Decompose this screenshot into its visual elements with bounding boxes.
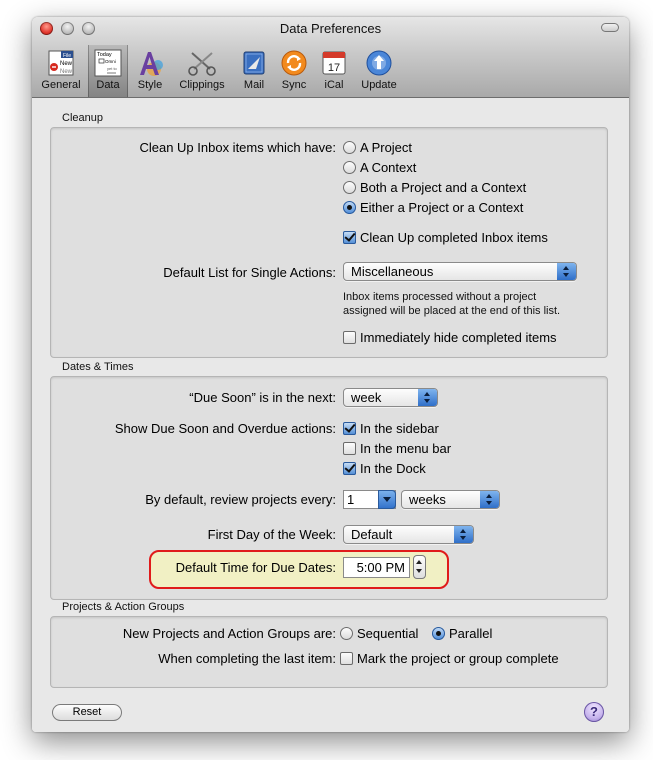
due-soon-label: “Due Soon” is in the next: <box>189 390 336 405</box>
help-icon[interactable]: ? <box>584 702 604 722</box>
preferences-window: Data Preferences File New New General To… <box>32 17 629 732</box>
toolbar-toggle-button[interactable] <box>601 23 619 32</box>
svg-text:17: 17 <box>328 62 340 74</box>
svg-text:Omni: Omni <box>105 59 116 64</box>
radio-circle-selected[interactable] <box>343 201 356 214</box>
toolbar-label-style: Style <box>137 79 163 91</box>
popup-arrows-icon <box>454 526 473 543</box>
window-title: Data Preferences <box>279 21 382 36</box>
radio-sequential[interactable]: Sequential <box>340 626 418 641</box>
radio-a-context[interactable]: A Context <box>343 160 416 175</box>
toolbar-label-general: General <box>41 79 81 91</box>
new-projects-label: New Projects and Action Groups are: <box>122 626 336 641</box>
toolbar-item-clippings[interactable]: Clippings <box>172 45 232 97</box>
toolbar-item-sync[interactable]: Sync <box>276 45 312 97</box>
first-day-label: First Day of the Week: <box>207 527 336 542</box>
show-due-soon-label: Show Due Soon and Overdue actions: <box>114 421 336 436</box>
checkbox-box-checked[interactable] <box>343 422 356 435</box>
review-count-value: 1 <box>347 492 355 507</box>
checkbox-box-checked[interactable] <box>343 231 356 244</box>
due-soon-value: week <box>351 390 382 405</box>
popup-arrows-icon <box>480 491 499 508</box>
default-list-popup[interactable]: Miscellaneous <box>343 262 577 281</box>
toolbar-item-style[interactable]: Style <box>132 45 168 97</box>
default-time-field[interactable]: 5:00 PM <box>343 557 410 578</box>
first-day-value: Default <box>351 527 393 542</box>
toolbar-label-data: Data <box>96 79 120 91</box>
svg-text:yet to: yet to <box>107 66 118 71</box>
checkbox-box-checked[interactable] <box>343 462 356 475</box>
radio-circle[interactable] <box>343 161 356 174</box>
review-unit-popup[interactable]: weeks <box>401 490 500 509</box>
first-day-popup[interactable]: Default <box>343 525 474 544</box>
section-title-cleanup: Cleanup <box>62 112 103 124</box>
chevron-down-icon[interactable] <box>378 490 396 509</box>
toolbar: Data Preferences File New New General To… <box>32 17 629 98</box>
radio-either[interactable]: Either a Project or a Context <box>343 200 523 215</box>
radio-circle[interactable] <box>340 627 353 640</box>
toolbar-label-ical: iCal <box>324 79 344 91</box>
radio-both[interactable]: Both a Project and a Context <box>343 180 526 195</box>
checkbox-box[interactable] <box>343 331 356 344</box>
preferences-content: Cleanup Clean Up Inbox items which have:… <box>32 98 629 732</box>
default-time-label: Default Time for Due Dates: <box>175 560 336 575</box>
radio-circle[interactable] <box>343 141 356 154</box>
toolbar-item-ical[interactable]: 17 iCal <box>316 45 352 97</box>
checkbox-hide-completed[interactable]: Immediately hide completed items <box>343 330 557 345</box>
default-time-value: 5:00 PM <box>356 560 405 575</box>
svg-text:Today: Today <box>97 52 112 58</box>
svg-text:New: New <box>60 69 73 75</box>
general-icon: File New New <box>48 50 74 76</box>
popup-arrows-icon <box>557 263 576 280</box>
svg-text:New: New <box>60 61 73 67</box>
toolbar-label-update: Update <box>361 79 397 91</box>
default-list-value: Miscellaneous <box>351 264 434 279</box>
radio-parallel[interactable]: Parallel <box>432 626 492 641</box>
section-title-projects: Projects & Action Groups <box>62 601 185 613</box>
toolbar-label-mail: Mail <box>243 79 265 91</box>
default-list-note: Inbox items processed without a project … <box>343 291 561 317</box>
toolbar-item-data[interactable]: Today Omni yet to Data <box>88 45 128 97</box>
toolbar-item-general[interactable]: File New New General <box>36 45 86 97</box>
section-title-dates: Dates & Times <box>62 361 134 373</box>
style-icon <box>140 52 163 76</box>
scissors-icon <box>188 52 216 76</box>
due-soon-popup[interactable]: week <box>343 388 438 407</box>
update-icon <box>366 50 392 76</box>
toolbar-item-update[interactable]: Update <box>356 45 402 97</box>
ical-icon: 17 <box>322 51 346 75</box>
data-icon: Today Omni yet to <box>94 49 122 77</box>
toolbar-label-sync: Sync <box>281 79 307 91</box>
mail-icon <box>243 51 265 75</box>
popup-arrows-icon <box>418 389 437 406</box>
clean-up-label: Clean Up Inbox items which have: <box>139 140 336 155</box>
checkbox-in-dock[interactable]: In the Dock <box>343 461 426 476</box>
radio-a-project[interactable]: A Project <box>343 140 412 155</box>
checkbox-mark-complete[interactable]: Mark the project or group complete <box>340 651 559 666</box>
completing-label: When completing the last item: <box>158 651 336 666</box>
checkbox-box[interactable] <box>343 442 356 455</box>
radio-circle[interactable] <box>343 181 356 194</box>
review-unit-value: weeks <box>409 492 446 507</box>
radio-circle-selected[interactable] <box>432 627 445 640</box>
checkbox-clean-up-completed[interactable]: Clean Up completed Inbox items <box>343 230 548 245</box>
default-list-label: Default List for Single Actions: <box>163 265 336 280</box>
reset-button[interactable]: Reset <box>52 704 122 721</box>
checkbox-box[interactable] <box>340 652 353 665</box>
toolbar-label-clippings: Clippings <box>179 79 225 91</box>
toolbar-item-mail[interactable]: Mail <box>236 45 272 97</box>
review-label: By default, review projects every: <box>145 492 336 507</box>
review-count-combo[interactable]: 1 <box>343 490 396 509</box>
checkbox-in-sidebar[interactable]: In the sidebar <box>343 421 439 436</box>
svg-text:File: File <box>63 53 71 59</box>
sync-icon <box>281 50 307 76</box>
default-time-stepper[interactable] <box>413 555 426 579</box>
checkbox-in-menu-bar[interactable]: In the menu bar <box>343 441 451 456</box>
